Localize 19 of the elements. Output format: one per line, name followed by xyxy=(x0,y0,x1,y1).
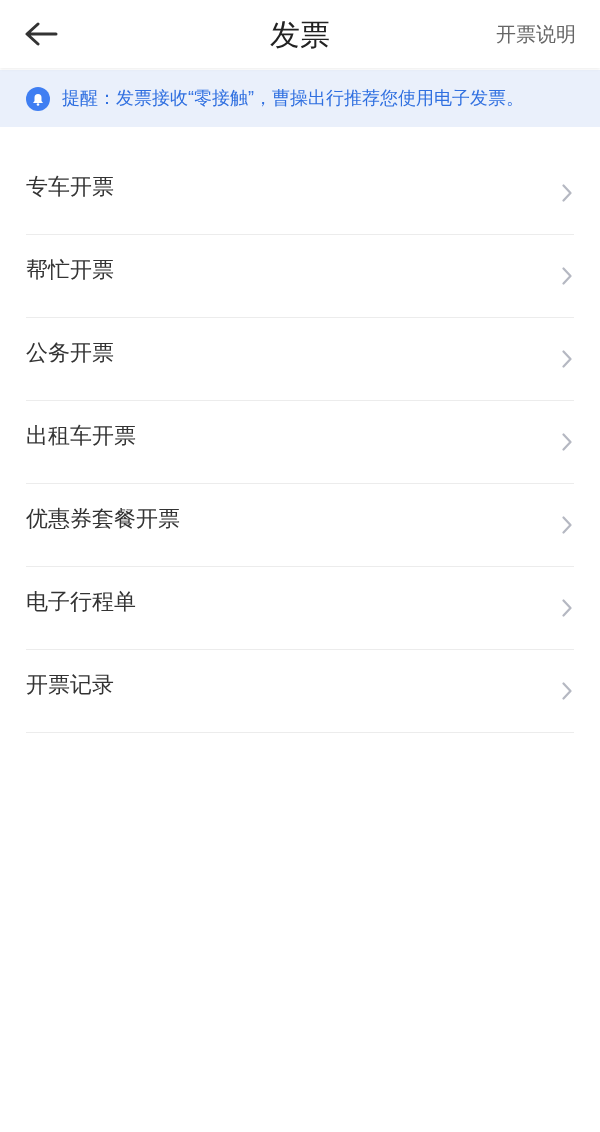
invoice-info-link[interactable]: 开票说明 xyxy=(496,19,576,49)
chevron-right-icon xyxy=(562,350,572,368)
menu-item[interactable]: 公务开票 xyxy=(26,318,574,401)
menu-item[interactable]: 帮忙开票 xyxy=(26,235,574,318)
notice-text: 提醒：发票接收“零接触”，曹操出行推荐您使用电子发票。 xyxy=(62,87,524,110)
menu-item[interactable]: 开票记录 xyxy=(26,650,574,733)
bell-icon xyxy=(26,86,50,111)
menu-item[interactable]: 专车开票 xyxy=(26,152,574,235)
chevron-right-icon xyxy=(562,599,572,617)
chevron-right-icon xyxy=(562,267,572,285)
chevron-right-icon xyxy=(562,516,572,534)
page-title: 发票 xyxy=(270,16,330,53)
chevron-right-icon xyxy=(562,682,572,700)
chevron-right-icon xyxy=(562,184,572,202)
back-arrow-icon xyxy=(24,22,58,46)
chevron-right-icon xyxy=(562,433,572,451)
menu-item[interactable]: 电子行程单 xyxy=(26,567,574,650)
menu-item[interactable]: 出租车开票 xyxy=(26,401,574,484)
menu-item[interactable]: 优惠券套餐开票 xyxy=(26,484,574,567)
